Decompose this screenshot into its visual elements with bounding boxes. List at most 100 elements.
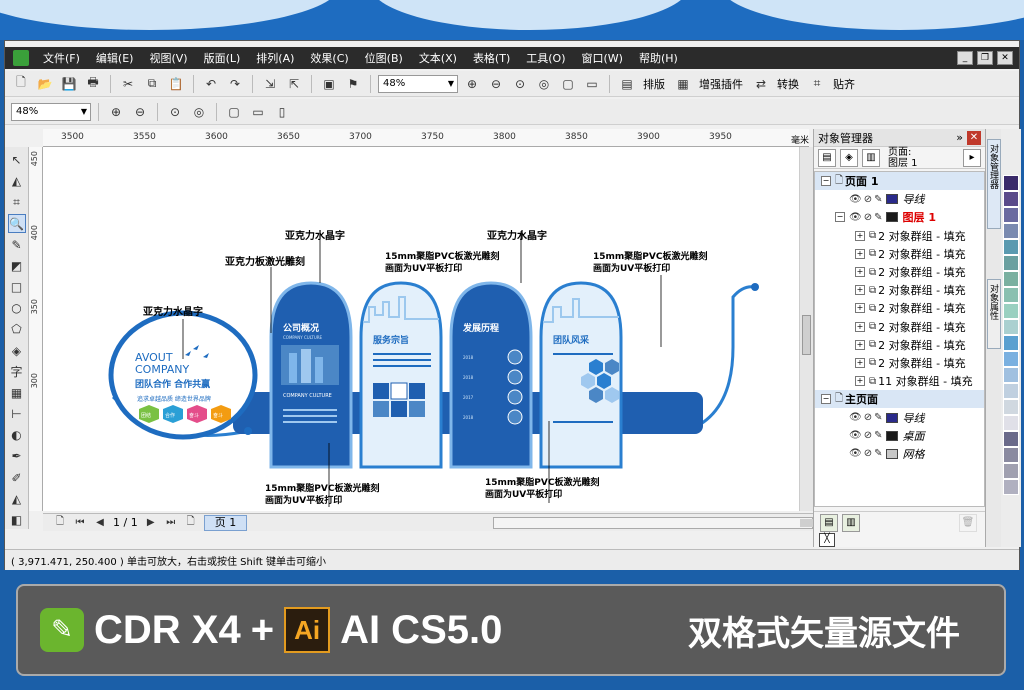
freehand-tool-icon[interactable]: ✎ bbox=[8, 236, 26, 254]
basic-shapes-icon[interactable]: ◈ bbox=[8, 342, 26, 360]
zoom-out-icon[interactable]: ⊖ bbox=[486, 74, 506, 94]
print-toggle-icon[interactable]: ⊘ bbox=[864, 412, 872, 423]
tree-group-row[interactable]: + ⧉ 2 对象群组 - 填充 bbox=[815, 354, 984, 372]
redo-icon[interactable]: ↷ bbox=[225, 74, 245, 94]
menu-tools[interactable]: 工具(O) bbox=[518, 50, 573, 66]
text-tool-icon[interactable]: 字 bbox=[8, 363, 26, 381]
print-icon[interactable]: 🖶 bbox=[83, 74, 103, 94]
color-swatch[interactable] bbox=[1003, 399, 1019, 415]
zoom-all-icon[interactable]: ◎ bbox=[189, 102, 209, 122]
layer-color-swatch[interactable] bbox=[886, 194, 899, 205]
tree-page-row[interactable]: − 🗋 主页面 bbox=[815, 390, 984, 409]
visibility-eye-icon[interactable]: 👁 bbox=[849, 412, 862, 423]
add-page-icon[interactable]: 🗋 bbox=[53, 514, 67, 531]
delete-icon[interactable]: 🗑 bbox=[959, 513, 977, 532]
expand-toggle-icon[interactable]: − bbox=[835, 212, 845, 223]
minimize-icon[interactable]: _ bbox=[957, 51, 973, 65]
tree-layer-row[interactable]: −👁⊘✎桌面 bbox=[815, 427, 984, 445]
scroll-thumb[interactable] bbox=[802, 315, 811, 355]
tree-group-row[interactable]: + ⧉ 2 对象群组 - 填充 bbox=[815, 299, 984, 317]
first-page-icon[interactable]: ⏮ bbox=[73, 517, 87, 528]
zoom-in-icon[interactable]: ⊕ bbox=[106, 102, 126, 122]
color-swatch[interactable] bbox=[1003, 255, 1019, 271]
zoom-width-icon[interactable]: ▭ bbox=[248, 102, 268, 122]
menu-arrange[interactable]: 排列(A) bbox=[248, 50, 302, 66]
color-swatch[interactable] bbox=[1003, 319, 1019, 335]
zoom-in-icon[interactable]: ⊕ bbox=[462, 74, 482, 94]
dock-tab-object-manager[interactable]: 对象管理器 bbox=[987, 139, 1001, 229]
layer-color-swatch[interactable] bbox=[886, 448, 899, 459]
color-swatch[interactable] bbox=[1003, 351, 1019, 367]
layer-color-swatch[interactable] bbox=[886, 412, 899, 423]
panel-close-icon[interactable]: ✕ bbox=[967, 130, 981, 145]
color-swatch[interactable] bbox=[1003, 431, 1019, 447]
rectangle-tool-icon[interactable]: □ bbox=[8, 278, 26, 296]
smart-fill-icon[interactable]: ◩ bbox=[8, 257, 26, 275]
menu-bitmaps[interactable]: 位图(B) bbox=[357, 50, 411, 66]
print-toggle-icon[interactable]: ⊘ bbox=[864, 212, 872, 223]
color-swatch[interactable] bbox=[1003, 175, 1019, 191]
color-swatch[interactable] bbox=[1003, 463, 1019, 479]
dock-tab-object-properties[interactable]: 对象属性 bbox=[987, 279, 1001, 349]
cut-icon[interactable]: ✂ bbox=[118, 74, 138, 94]
edit-pencil-icon[interactable]: ✎ bbox=[874, 448, 882, 459]
snap-icon[interactable]: ⌗ bbox=[807, 74, 827, 94]
color-swatch[interactable] bbox=[1003, 207, 1019, 223]
expand-toggle-icon[interactable]: − bbox=[821, 176, 831, 187]
color-swatch[interactable] bbox=[1003, 447, 1019, 463]
zoom-height-icon[interactable]: ▯ bbox=[272, 102, 292, 122]
menu-window[interactable]: 窗口(W) bbox=[574, 50, 631, 66]
color-swatch[interactable] bbox=[1003, 479, 1019, 495]
fill-tool-icon[interactable]: ◭ bbox=[8, 490, 26, 508]
horizontal-scrollbar[interactable] bbox=[493, 516, 840, 529]
zoom-select[interactable]: 48% ▼ bbox=[378, 74, 458, 93]
page-tab[interactable]: 页 1 bbox=[203, 514, 248, 531]
paste-icon[interactable]: 📋 bbox=[166, 74, 186, 94]
visibility-eye-icon[interactable]: 👁 bbox=[849, 448, 862, 459]
table-tool-icon[interactable]: ▦ bbox=[8, 384, 26, 402]
crop-tool-icon[interactable]: ⌗ bbox=[8, 193, 26, 211]
next-page-icon[interactable]: ▶ bbox=[144, 517, 158, 528]
zoom-width-icon[interactable]: ▭ bbox=[582, 74, 602, 94]
menu-view[interactable]: 视图(V) bbox=[141, 50, 195, 66]
shape-tool-icon[interactable]: ◭ bbox=[8, 172, 26, 190]
new-master-layer-icon[interactable]: ▥ bbox=[842, 513, 860, 532]
print-toggle-icon[interactable]: ⊘ bbox=[864, 194, 872, 205]
color-swatch[interactable] bbox=[1003, 239, 1019, 255]
tree-layer-row[interactable]: −👁⊘✎导线 bbox=[815, 408, 984, 426]
ellipse-tool-icon[interactable]: ○ bbox=[8, 299, 26, 317]
fill-none-icon[interactable]: ╳ bbox=[819, 533, 835, 547]
tree-layer-row[interactable]: −👁⊘✎网格 bbox=[815, 445, 984, 463]
color-swatch[interactable] bbox=[1003, 335, 1019, 351]
layer-color-swatch[interactable] bbox=[886, 430, 899, 441]
menu-text[interactable]: 文本(X) bbox=[411, 50, 465, 66]
zoom-select-2[interactable]: 48% ▼ bbox=[11, 102, 91, 121]
layout-button[interactable]: 排版 bbox=[641, 76, 669, 92]
save-icon[interactable]: 💾 bbox=[59, 74, 79, 94]
color-swatch[interactable] bbox=[1003, 367, 1019, 383]
new-doc-icon[interactable]: 🗋 bbox=[11, 74, 31, 94]
visibility-eye-icon[interactable]: 👁 bbox=[849, 194, 862, 205]
print-toggle-icon[interactable]: ⊘ bbox=[864, 448, 872, 459]
tree-group-row[interactable]: + ⧉ 2 对象群组 - 填充 bbox=[815, 336, 984, 354]
import-icon[interactable]: ⇲ bbox=[260, 74, 280, 94]
show-properties-icon[interactable]: ▤ bbox=[818, 148, 836, 167]
expand-toggle-icon[interactable]: + bbox=[855, 303, 865, 314]
expand-toggle-icon[interactable]: + bbox=[855, 339, 865, 350]
open-icon[interactable]: 📂 bbox=[35, 74, 55, 94]
snap-button[interactable]: 贴齐 bbox=[831, 76, 859, 92]
expand-toggle-icon[interactable]: + bbox=[855, 230, 865, 241]
outline-tool-icon[interactable]: ✐ bbox=[8, 468, 26, 486]
color-swatch[interactable] bbox=[1003, 271, 1019, 287]
plugin-button[interactable]: 增强插件 bbox=[697, 76, 747, 92]
convert-icon[interactable]: ⇄ bbox=[751, 74, 771, 94]
color-swatch[interactable] bbox=[1003, 223, 1019, 239]
zoom-page-icon[interactable]: ▢ bbox=[224, 102, 244, 122]
color-swatch[interactable] bbox=[1003, 415, 1019, 431]
horizontal-ruler[interactable]: 3500 3550 3600 3650 3700 3750 3800 3850 … bbox=[43, 129, 809, 147]
export-icon[interactable]: ⇱ bbox=[284, 74, 304, 94]
menu-edit[interactable]: 编辑(E) bbox=[88, 50, 142, 66]
menu-help[interactable]: 帮助(H) bbox=[631, 50, 686, 66]
drawing-canvas[interactable]: AVOUT COMPANY 团队合作 合作共赢 追求卓越品质 缔造世界品牌 团结… bbox=[43, 147, 799, 511]
eyedropper-icon[interactable]: ✒ bbox=[8, 447, 26, 465]
